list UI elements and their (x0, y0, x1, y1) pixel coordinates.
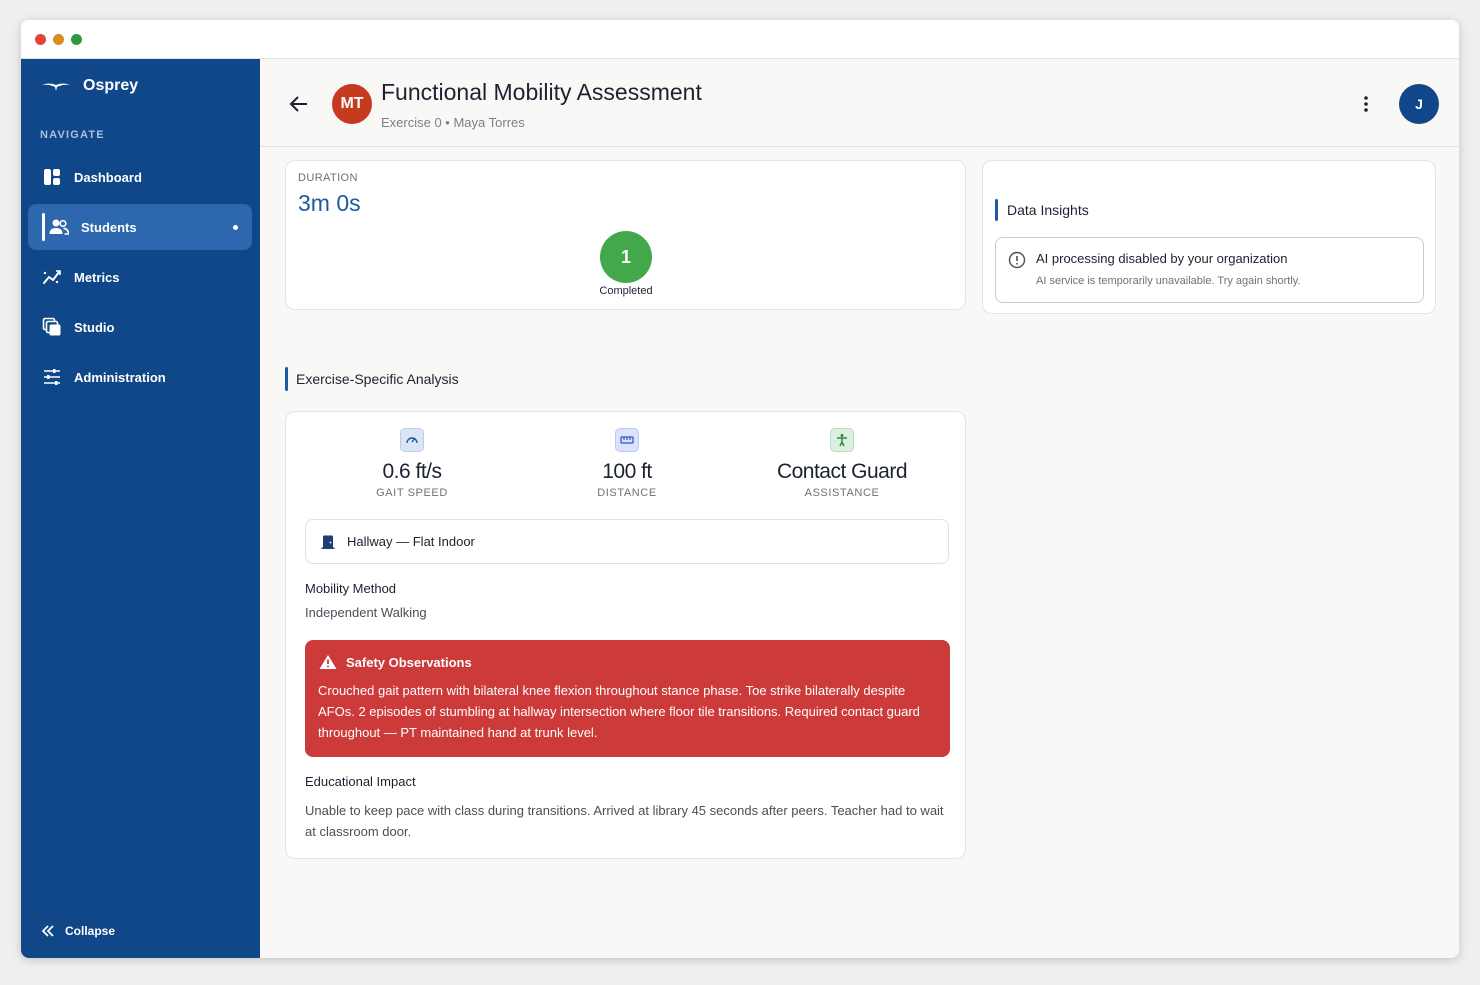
studio-icon (42, 317, 61, 336)
data-insights-title: Data Insights (1007, 202, 1089, 218)
main-content: MT Functional Mobility Assessment Exerci… (260, 59, 1459, 958)
osprey-logo-icon (42, 83, 70, 91)
metric-value: Contact Guard (776, 460, 908, 483)
completed-label: Completed (599, 285, 653, 297)
user-avatar[interactable]: J (1399, 84, 1439, 124)
sidebar-item-label: Studio (74, 319, 115, 335)
section-accent-bar (285, 367, 288, 391)
window-close-button[interactable] (35, 34, 46, 45)
analysis-heading: Exercise-Specific Analysis (296, 371, 459, 387)
page-subtitle: Exercise 0 • Maya Torres (381, 115, 525, 130)
metric-distance: 100 ft DISTANCE (520, 428, 734, 499)
sidebar: Osprey NAVIGATE Dashboard Students Metri… (21, 59, 260, 958)
page-header: MT Functional Mobility Assessment Exerci… (260, 59, 1459, 147)
metric-label: GAIT SPEED (376, 487, 448, 499)
ai-disabled-notice: AI processing disabled by your organizat… (995, 237, 1424, 303)
sidebar-item-metrics[interactable]: Metrics (28, 254, 252, 300)
sidebar-item-label: Dashboard (74, 169, 142, 185)
back-arrow-icon[interactable] (288, 93, 310, 115)
accessibility-icon (830, 428, 854, 452)
sidebar-item-dashboard[interactable]: Dashboard (28, 154, 252, 200)
info-alert-icon (1008, 251, 1026, 269)
exercise-analysis-card: 0.6 ft/s GAIT SPEED 100 ft DISTANCE Cont… (285, 411, 966, 859)
door-icon (321, 535, 335, 549)
sidebar-item-label: Students (81, 219, 137, 235)
metric-value: 100 ft (602, 460, 652, 483)
duration-card: DURATION 3m 0s 1 Completed (285, 160, 966, 310)
brand-name: Osprey (83, 77, 139, 94)
metric-value: 0.6 ft/s (382, 460, 442, 483)
sidebar-item-studio[interactable]: Studio (28, 304, 252, 350)
mobility-method-title: Mobility Method (305, 581, 397, 596)
collapse-label: Collapse (65, 924, 116, 938)
brand[interactable]: Osprey (41, 76, 138, 96)
double-chevron-left-icon (41, 925, 54, 937)
educational-impact-title: Educational Impact (305, 774, 416, 789)
section-accent-bar (995, 199, 998, 221)
educational-impact-text: Unable to keep pace with class during tr… (305, 803, 944, 839)
users-icon (49, 219, 69, 235)
safety-observations-box: Safety Observations Crouched gait patter… (305, 640, 950, 757)
warning-triangle-icon (319, 655, 337, 669)
page-title: Functional Mobility Assessment (381, 79, 702, 105)
notice-title: AI processing disabled by your organizat… (1036, 251, 1288, 266)
duration-label: DURATION (298, 172, 358, 184)
metric-assistance: Contact Guard ASSISTANCE (735, 428, 949, 499)
location-box: Hallway — Flat Indoor (305, 519, 949, 564)
active-indicator-dot (233, 225, 238, 230)
student-avatar: MT (332, 84, 372, 124)
safety-title: Safety Observations (346, 654, 472, 670)
app-window: Osprey NAVIGATE Dashboard Students Metri… (21, 20, 1459, 958)
sliders-icon (44, 369, 60, 385)
sidebar-item-label: Administration (74, 369, 166, 385)
more-vertical-icon[interactable] (1357, 95, 1375, 113)
nav-heading: NAVIGATE (40, 129, 105, 141)
duration-value: 3m 0s (298, 190, 361, 216)
location-text: Hallway — Flat Indoor (347, 534, 475, 549)
collapse-button[interactable]: Collapse (41, 924, 115, 938)
sidebar-item-administration[interactable]: Administration (28, 354, 252, 400)
ruler-icon (615, 428, 639, 452)
safety-header: Safety Observations (319, 654, 472, 670)
data-insights-card: Data Insights AI processing disabled by … (982, 160, 1436, 314)
sidebar-item-label: Metrics (74, 269, 120, 285)
metrics-icon (43, 270, 61, 284)
dashboard-icon (44, 169, 60, 185)
mobility-method-value: Independent Walking (305, 605, 427, 620)
safety-text: Crouched gait pattern with bilateral kne… (318, 683, 920, 740)
window-minimize-button[interactable] (53, 34, 64, 45)
metric-gait-speed: 0.6 ft/s GAIT SPEED (305, 428, 519, 499)
metric-label: DISTANCE (597, 487, 657, 499)
notice-text: AI service is temporarily unavailable. T… (1036, 275, 1301, 287)
window-maximize-button[interactable] (71, 34, 82, 45)
completed-count-badge: 1 (600, 231, 652, 283)
speedometer-icon (400, 428, 424, 452)
window-titlebar (21, 20, 1459, 59)
sidebar-item-students[interactable]: Students (28, 204, 252, 250)
metric-label: ASSISTANCE (804, 487, 880, 499)
